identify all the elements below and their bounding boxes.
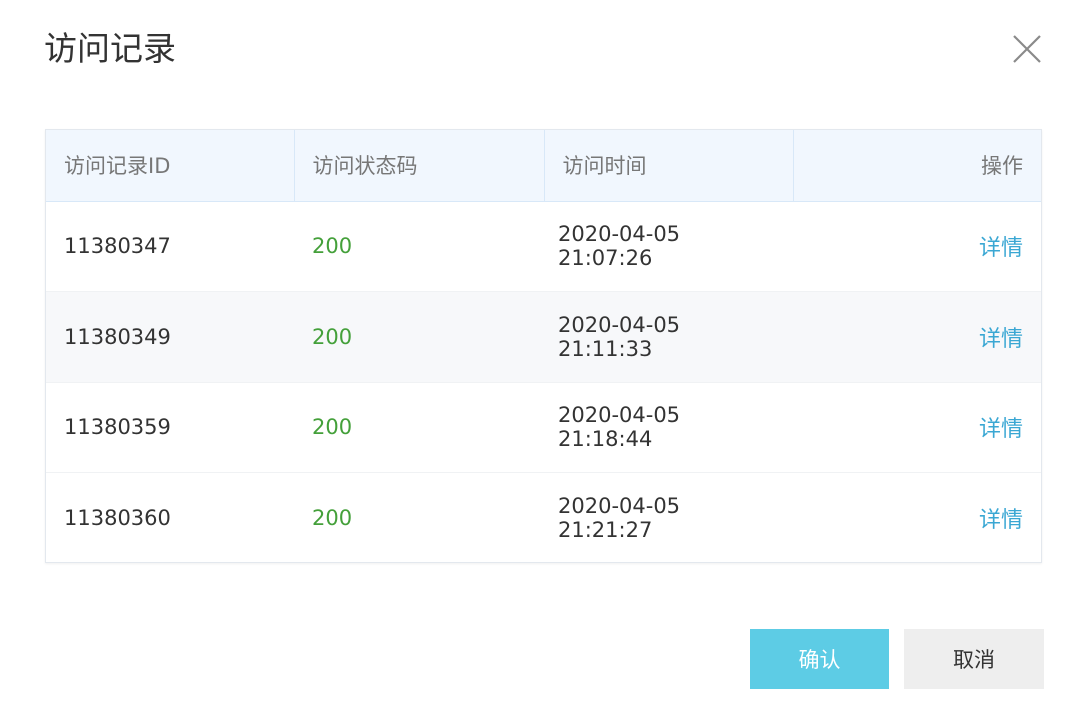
column-header-action: 操作: [792, 130, 1041, 202]
column-header-id: 访问记录ID: [46, 130, 295, 202]
table-header-row: 访问记录ID 访问状态码 访问时间 操作: [46, 130, 1041, 202]
visit-time: 2020-04-05 21:11:33: [558, 312, 681, 361]
cancel-button[interactable]: 取消: [904, 629, 1044, 689]
record-id: 11380347: [64, 234, 171, 259]
close-icon[interactable]: [1008, 30, 1046, 68]
details-link[interactable]: 详情: [979, 236, 1023, 261]
visit-time: 2020-04-05 21:21:27: [558, 494, 681, 542]
record-id: 11380349: [64, 324, 171, 349]
table-row: 11380349 200 2020-04-05 21:11:33 详情: [46, 291, 1041, 382]
details-link[interactable]: 详情: [979, 508, 1023, 533]
confirm-button[interactable]: 确认: [750, 629, 889, 689]
dialog-title: 访问记录: [44, 29, 176, 68]
record-id: 11380360: [64, 506, 171, 530]
visit-time: 2020-04-05 21:07:26: [558, 222, 681, 271]
status-code: 200: [312, 506, 353, 530]
details-link[interactable]: 详情: [979, 417, 1023, 442]
details-link[interactable]: 详情: [979, 327, 1023, 352]
table-row: 11380359 200 2020-04-05 21:18:44 详情: [46, 382, 1041, 473]
visit-time: 2020-04-05 21:18:44: [558, 403, 681, 452]
status-code: 200: [312, 234, 353, 259]
table-row: 11380360 200 2020-04-05 21:21:27 详情: [46, 473, 1041, 564]
status-code: 200: [312, 415, 353, 440]
column-header-time: 访问时间: [543, 130, 794, 202]
status-code: 200: [312, 324, 353, 349]
table-row: 11380347 200 2020-04-05 21:07:26 详情: [46, 201, 1041, 292]
record-id: 11380359: [64, 415, 171, 440]
column-header-status: 访问状态码: [293, 130, 545, 202]
visit-records-dialog: 访问记录 访问记录ID 访问状态码 访问时间 操作 11380347 200 2…: [0, 0, 1080, 723]
records-table: 访问记录ID 访问状态码 访问时间 操作 11380347 200 2020-0…: [45, 129, 1042, 563]
